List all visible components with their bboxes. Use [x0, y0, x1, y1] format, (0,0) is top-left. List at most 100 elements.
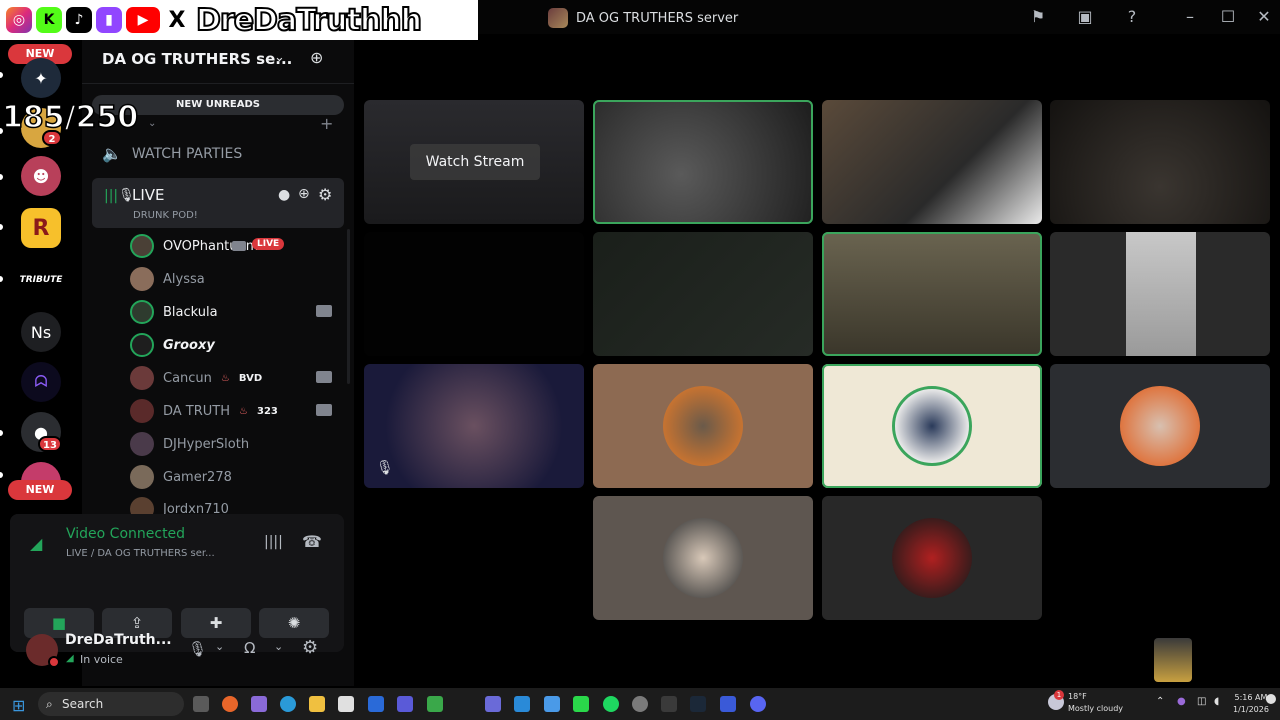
help-icon[interactable]: ? — [1122, 7, 1142, 27]
photos-icon[interactable] — [544, 696, 560, 712]
inbox-icon[interactable]: ▣ — [1075, 7, 1095, 27]
avatar — [130, 267, 154, 291]
gear-icon[interactable]: ⚙ — [302, 637, 318, 658]
username: DreDaTruth... — [65, 632, 172, 648]
app-icon[interactable] — [485, 696, 501, 712]
add-channel-icon[interactable]: + — [320, 114, 333, 133]
steam-icon[interactable] — [690, 696, 706, 712]
channel-live[interactable]: ||| 🎙 LIVE DRUNK POD! ● ⊕ ⚙ — [92, 178, 344, 228]
windows-start-icon[interactable]: ⊞ — [12, 696, 25, 715]
voice-user[interactable]: DA TRUTH ♨ 323 — [130, 398, 340, 424]
flame-icon: ♨ — [239, 405, 248, 417]
avatar — [130, 465, 154, 489]
channel-label: WATCH PARTIES — [131, 145, 243, 162]
gear-icon[interactable]: ⚙ — [318, 185, 332, 204]
task-view-icon[interactable] — [193, 696, 209, 712]
voice-status-subtitle[interactable]: LIVE / DA OG TRUTHERS ser... — [66, 548, 215, 559]
search-icon: ⌕ — [46, 697, 53, 711]
tray-app-icon[interactable]: ● — [1177, 696, 1186, 707]
avatar-tile[interactable] — [822, 496, 1042, 620]
weather-badge: 1 — [1054, 690, 1064, 700]
signal-icon[interactable]: ◢ — [30, 534, 42, 553]
tribute-server-icon[interactable]: TRIBUTE — [20, 260, 62, 300]
store-icon[interactable] — [338, 696, 354, 712]
weather-description: Mostly cloudy — [1068, 704, 1123, 713]
voice-user[interactable]: OVOPhantuums LIVE — [130, 233, 340, 259]
outlook-icon[interactable] — [368, 696, 384, 712]
microphone-icon[interactable]: 🎙 — [188, 640, 207, 658]
video-tile[interactable] — [822, 100, 1042, 224]
youtube-icon: ▶ — [126, 7, 160, 33]
app-icon[interactable] — [573, 696, 589, 712]
avatar-tile[interactable] — [593, 364, 813, 488]
avatar — [130, 366, 154, 390]
channel-status: DRUNK POD! — [133, 210, 198, 221]
chevron-up-icon[interactable]: ⌃ — [1156, 696, 1164, 707]
obs-icon[interactable] — [632, 696, 648, 712]
flag-icon[interactable]: ⚑ — [1028, 7, 1048, 27]
avatar-tile[interactable] — [1050, 364, 1270, 488]
disconnect-icon[interactable]: ☎ — [302, 532, 322, 551]
video-tile[interactable] — [1050, 100, 1270, 224]
ns-server-icon[interactable]: Ns — [21, 312, 61, 352]
avatar — [130, 300, 154, 324]
voice-user[interactable]: Grooxy — [130, 332, 340, 358]
network-icon[interactable]: ◫ — [1197, 696, 1206, 707]
discord-icon[interactable] — [750, 696, 766, 712]
file-explorer-icon[interactable] — [309, 696, 325, 712]
app-icon[interactable] — [720, 696, 736, 712]
voice-user[interactable]: Cancun ♨ BVD — [130, 365, 340, 391]
stream-tile[interactable]: Watch Stream — [364, 100, 584, 224]
chat-icon[interactable]: ● — [278, 187, 290, 203]
app-icon[interactable] — [661, 696, 677, 712]
taskbar-search[interactable]: ⌕ Search — [38, 692, 184, 716]
maximize-icon[interactable]: ☐ — [1218, 7, 1238, 27]
video-tile[interactable] — [593, 232, 813, 356]
notification-icon[interactable] — [1266, 694, 1276, 704]
scrollbar[interactable] — [347, 229, 350, 384]
server-icon-ghost[interactable]: ᗣ — [21, 362, 61, 402]
chevron-down-icon[interactable]: ⌄ — [215, 640, 224, 653]
chevron-down-icon[interactable]: ⌄ — [274, 640, 283, 653]
user-panel: DreDaTruth... ◢ In voice 🎙 ⌄ Ω ⌄ ⚙ — [10, 622, 344, 680]
firefox-icon[interactable] — [222, 696, 238, 712]
weather-widget[interactable]: 18°F Mostly cloudy — [1068, 691, 1123, 715]
avatar-tile[interactable] — [822, 364, 1042, 488]
noise-suppression-icon[interactable]: |||| — [264, 534, 283, 550]
close-icon[interactable]: ✕ — [1254, 7, 1274, 27]
voice-user[interactable]: Alyssa — [130, 266, 340, 292]
chevron-down-icon[interactable]: ⌄ — [148, 118, 156, 129]
clock-date: 1/1/2026 — [1233, 705, 1269, 714]
server-icon-1[interactable]: ✦ — [21, 58, 61, 98]
copilot-icon[interactable] — [251, 696, 267, 712]
edge-icon[interactable] — [280, 696, 296, 712]
minimize-icon[interactable]: – — [1180, 7, 1200, 27]
volume-icon[interactable]: ◖ — [1214, 696, 1219, 707]
channel-watch-parties[interactable]: 🔈 WATCH PARTIES — [102, 144, 242, 163]
spotify-icon[interactable] — [603, 696, 619, 712]
video-tile[interactable] — [593, 100, 813, 224]
xbox-icon[interactable] — [427, 696, 443, 712]
video-tile[interactable] — [822, 232, 1042, 356]
video-tile[interactable] — [1050, 232, 1270, 356]
server-header[interactable]: DA OG TRUTHERS se... ⌄ ⊕ — [82, 34, 354, 84]
invite-icon[interactable]: ⊕ — [298, 186, 310, 202]
rockstar-server-icon[interactable]: R — [21, 208, 61, 248]
avatar — [130, 333, 154, 357]
voice-user[interactable]: Gamer278 — [130, 464, 340, 490]
headphones-icon[interactable]: Ω — [244, 639, 255, 657]
voice-user[interactable]: Blackula — [130, 299, 340, 325]
server-icon-3[interactable]: ☻ — [21, 156, 61, 196]
new-unreads-pill-bottom[interactable]: NEW — [8, 480, 72, 500]
video-tile[interactable]: 🎙 — [364, 364, 584, 488]
clock[interactable]: 5:16 AM 1/1/2026 — [1233, 692, 1269, 716]
avatar — [892, 518, 972, 598]
voice-user[interactable]: DJHyperSloth — [130, 431, 340, 457]
invite-people-icon[interactable]: ⊕ — [310, 48, 323, 67]
video-tile[interactable] — [364, 232, 584, 356]
avatar-tile[interactable] — [593, 496, 813, 620]
twitch-icon: ▮ — [96, 7, 122, 33]
teams-icon[interactable] — [397, 696, 413, 712]
app-icon[interactable] — [514, 696, 530, 712]
watch-stream-button[interactable]: Watch Stream — [410, 144, 540, 180]
